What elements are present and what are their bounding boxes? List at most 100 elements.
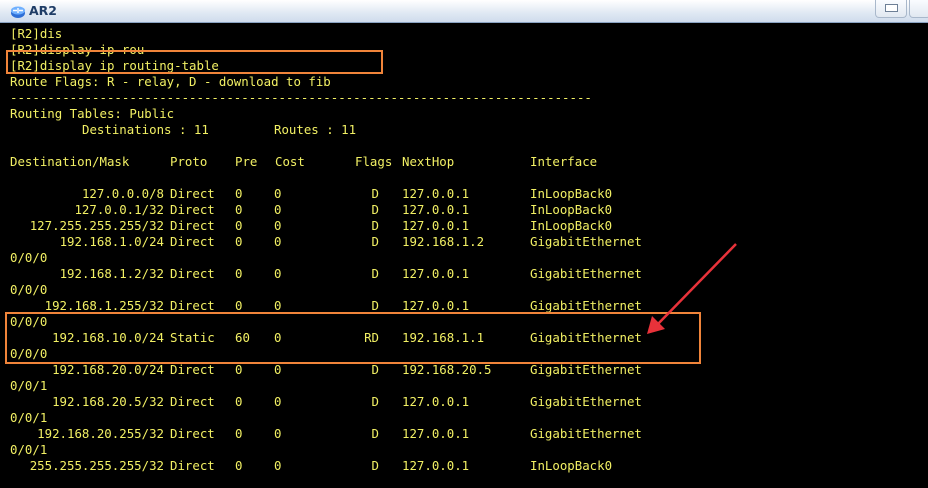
route-flags: D [371,266,379,281]
route-flags: D [371,218,379,233]
route-proto: Direct [170,234,215,249]
window-title-bar: AR2 [0,0,928,23]
col-proto: Proto [170,154,208,169]
command-highlight-box [6,50,383,74]
route-destination: 192.168.20.0/24 [52,362,164,377]
route-nexthop: 127.0.0.1 [402,394,470,409]
route-proto: Direct [170,202,215,217]
route-nexthop: 127.0.0.1 [402,218,470,233]
col-pre: Pre [235,154,258,169]
route-interface: GigabitEthernet [530,394,642,409]
route-flags: D [371,394,379,409]
destinations-count: Destinations : 11 [82,122,209,137]
route-cost: 0 [274,362,282,377]
route-preference: 0 [235,218,243,233]
route-flags-legend: Route Flags: R - relay, D - download to … [10,74,331,89]
route-interface: InLoopBack0 [530,218,613,233]
route-preference: 0 [235,394,243,409]
col-destination: Destination/Mask [10,154,130,169]
route-preference: 0 [235,362,243,377]
table-row: 192.168.1.0/24 Direct 0 0 D 192.168.1.2 Gigabi… [10,234,918,250]
interface-continuation: 0/0/1 [10,410,48,425]
route-destination: 192.168.20.5/32 [52,394,164,409]
route-cost: 0 [274,234,282,249]
route-proto: Direct [170,218,215,233]
route-nexthop: 192.168.1.2 [402,234,485,249]
route-nexthop: 127.0.0.1 [402,458,470,473]
route-preference: 0 [235,458,243,473]
route-interface: GigabitEthernet [530,266,642,281]
route-flags: D [371,426,379,441]
route-cost: 0 [274,394,282,409]
table-row: 192.168.20.255/32 Direct 0 0 D 127.0.0.1 Gigab… [10,426,918,442]
routing-tables-label: Routing Tables: Public [10,106,175,121]
route-flags: D [371,458,379,473]
route-destination: 127.255.255.255/32 [29,218,164,233]
route-preference: 0 [235,186,243,201]
routes-count: Routes : 11 [274,122,357,137]
route-destination: 192.168.1.0/24 [59,234,164,249]
route-destination: 192.168.1.2/32 [59,266,164,281]
interface-continuation: 0/0/0 [10,250,48,265]
table-row: 127.0.0.0/8 Direct 0 0 D 127.0.0.1 InLoopBack0 [10,186,918,202]
route-nexthop: 192.168.20.5 [402,362,492,377]
route-preference: 0 [235,266,243,281]
route-preference: 0 [235,202,243,217]
col-interface: Interface [530,154,598,169]
route-cost: 0 [274,218,282,233]
route-interface: InLoopBack0 [530,458,613,473]
route-interface: InLoopBack0 [530,186,613,201]
route-cost: 0 [274,202,282,217]
route-interface: GigabitEthernet [530,234,642,249]
table-row: 127.0.0.1/32 Direct 0 0 D 127.0.0.1 InLoopBack… [10,202,918,218]
interface-continuation: 0/0/1 [10,378,48,393]
route-cost: 0 [274,458,282,473]
route-destination: 192.168.20.255/32 [37,426,164,441]
route-interface: InLoopBack0 [530,202,613,217]
route-flags: D [371,362,379,377]
route-flags: D [371,234,379,249]
route-nexthop: 127.0.0.1 [402,426,470,441]
table-row: 255.255.255.255/32 Direct 0 0 D 127.0.0.1 InLo… [10,458,918,474]
route-preference: 0 [235,426,243,441]
static-route-highlight-box [5,312,701,364]
route-proto: Direct [170,458,215,473]
route-proto: Direct [170,426,215,441]
restore-icon [885,4,898,12]
table-summary: Destinations : 11 Routes : 11 [10,122,356,138]
route-proto: Direct [170,362,215,377]
col-cost: Cost [275,154,305,169]
route-preference: 0 [235,234,243,249]
table-header: Destination/Mask Proto Pre Cost Flags Ne… [10,154,597,170]
route-proto: Direct [170,266,215,281]
route-destination: 255.255.255.255/32 [29,458,164,473]
table-row: 192.168.20.0/24 Direct 0 0 D 192.168.20.5 Giga… [10,362,918,378]
route-interface: GigabitEthernet [530,362,642,377]
route-proto: Direct [170,394,215,409]
route-nexthop: 127.0.0.1 [402,202,470,217]
separator-line: ----------------------------------------… [10,90,592,105]
interface-continuation: 0/0/0 [10,282,48,297]
route-interface: GigabitEthernet [530,426,642,441]
route-flags: D [371,186,379,201]
restore-button[interactable] [875,0,907,18]
route-flags: D [371,202,379,217]
interface-continuation: 0/0/1 [10,442,48,457]
route-nexthop: 127.0.0.1 [402,266,470,281]
route-cost: 0 [274,266,282,281]
route-nexthop: 127.0.0.1 [402,186,470,201]
table-row: 192.168.20.5/32 Direct 0 0 D 127.0.0.1 Gigabit… [10,394,918,410]
route-proto: Direct [170,186,215,201]
route-destination: 127.0.0.0/8 [81,186,164,201]
route-cost: 0 [274,186,282,201]
table-row: 127.255.255.255/32 Direct 0 0 D 127.0.0.1 InLo… [10,218,918,234]
col-flags: Flags [355,154,393,169]
terminal-console[interactable]: [R2]dis [R2]display ip rou [R2]display i… [0,24,928,488]
col-nexthop: NextHop [402,154,455,169]
command-line: [R2]dis [10,26,63,41]
route-destination: 127.0.0.1/32 [74,202,164,217]
route-cost: 0 [274,426,282,441]
router-app-icon [11,6,25,18]
table-row: 192.168.1.2/32 Direct 0 0 D 127.0.0.1 GigabitE… [10,266,918,282]
window-button[interactable] [909,0,928,18]
